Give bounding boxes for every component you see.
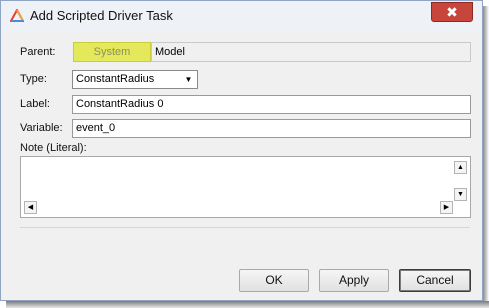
label-label: Label: — [20, 98, 50, 110]
close-button[interactable]: ✖ — [431, 2, 473, 22]
type-dropdown-value: ConstantRadius — [76, 73, 155, 85]
title-bar[interactable]: Add Scripted Driver Task ✖ — [1, 1, 482, 32]
scroll-down-button[interactable]: ▼ — [454, 188, 467, 201]
arrow-right-icon: ▶ — [443, 204, 450, 211]
parent-system-button[interactable]: System — [73, 42, 151, 62]
scroll-up-button[interactable]: ▲ — [454, 161, 467, 174]
apply-button[interactable]: Apply — [319, 269, 389, 292]
variable-label: Variable: — [20, 122, 63, 134]
close-icon: ✖ — [446, 3, 458, 20]
cancel-button[interactable]: Cancel — [399, 269, 471, 292]
app-icon — [10, 9, 24, 22]
arrow-down-icon: ▼ — [457, 191, 464, 198]
note-textarea[interactable]: ▲ ▼ ◀ ▶ — [20, 156, 471, 218]
variable-input[interactable]: event_0 — [72, 119, 471, 138]
footer-separator — [20, 227, 470, 228]
window-shadow-bottom — [6, 301, 489, 308]
label-input[interactable]: ConstantRadius 0 — [72, 95, 471, 114]
arrow-up-icon: ▲ — [457, 164, 464, 171]
window-title: Add Scripted Driver Task — [30, 8, 173, 23]
window-shadow-right — [483, 6, 489, 308]
dialog-body: Parent: System Model Type: ConstantRadiu… — [1, 32, 482, 300]
type-label: Type: — [20, 73, 47, 85]
note-label: Note (Literal): — [20, 142, 87, 154]
ok-button[interactable]: OK — [239, 269, 309, 292]
chevron-down-icon[interactable]: ▼ — [182, 73, 195, 86]
type-dropdown[interactable]: ConstantRadius ▼ — [72, 70, 198, 89]
arrow-left-icon: ◀ — [27, 204, 34, 211]
dialog-window: Add Scripted Driver Task ✖ Parent: Syste… — [0, 0, 483, 301]
scroll-left-button[interactable]: ◀ — [24, 201, 37, 214]
scroll-right-button[interactable]: ▶ — [440, 201, 453, 214]
parent-value-field: Model — [151, 42, 471, 62]
parent-label: Parent: — [20, 46, 56, 58]
